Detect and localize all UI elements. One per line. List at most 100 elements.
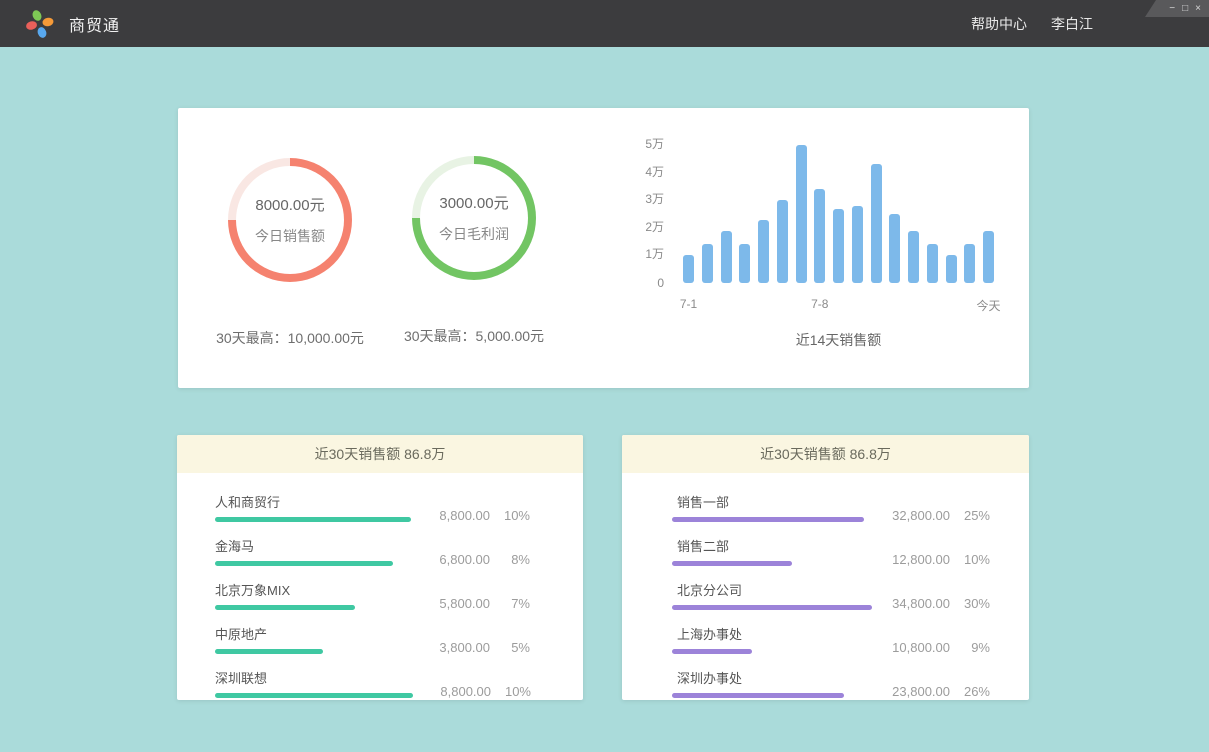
row-amount: 34,800.00 bbox=[872, 596, 950, 611]
row-amount: 10,800.00 bbox=[872, 640, 950, 655]
department-sales-rank-card: 近30天销售额 86.8万 销售一部 32,800.00 25% 销售二部 12… bbox=[622, 435, 1029, 700]
bar-plot bbox=[683, 145, 994, 283]
sales-rank-row: 北京万象MIX 5,800.00 7% bbox=[215, 580, 530, 610]
x-tick-label: 今天 bbox=[976, 297, 1000, 314]
sales-rank-row: 深圳联想 8,800.00 10% bbox=[215, 668, 530, 698]
row-progress-bar bbox=[215, 561, 393, 566]
x-tick-label: 7-8 bbox=[811, 297, 828, 311]
bar bbox=[946, 255, 957, 283]
chart-title: 近14天销售额 bbox=[683, 330, 994, 350]
bar bbox=[758, 220, 769, 284]
row-amount: 12,800.00 bbox=[872, 552, 950, 567]
maximize-icon[interactable]: □ bbox=[1182, 4, 1188, 14]
row-progress-bar bbox=[215, 605, 355, 610]
topbar-menu: 帮助中心 李白江 bbox=[971, 0, 1093, 47]
row-amount: 8,800.00 bbox=[412, 508, 490, 523]
bar bbox=[852, 206, 863, 283]
row-name: 深圳联想 bbox=[215, 668, 413, 687]
close-icon[interactable]: × bbox=[1195, 4, 1201, 14]
row-progress-bar bbox=[672, 693, 844, 698]
bar bbox=[796, 145, 807, 283]
row-name: 金海马 bbox=[215, 536, 412, 555]
bar bbox=[814, 189, 825, 283]
today-profit-caption: 今日毛利润 bbox=[439, 224, 509, 244]
y-tick-label: 4万 bbox=[645, 163, 664, 180]
row-percent: 30% bbox=[950, 596, 990, 611]
y-tick-label: 1万 bbox=[645, 245, 664, 262]
today-sales-ring: 8000.00元 今日销售额 bbox=[228, 158, 352, 282]
row-name: 北京分公司 bbox=[672, 580, 872, 599]
row-amount: 3,800.00 bbox=[412, 640, 490, 655]
bar bbox=[964, 244, 975, 283]
y-axis: 01万2万3万4万5万 bbox=[616, 145, 664, 283]
row-progress-bar bbox=[215, 517, 411, 522]
card-title: 近30天销售额 86.8万 bbox=[760, 444, 891, 464]
row-amount: 6,800.00 bbox=[412, 552, 490, 567]
row-progress-bar bbox=[215, 649, 323, 654]
card-title: 近30天销售额 86.8万 bbox=[315, 444, 446, 464]
today-sales-30d-max: 30天最高：10,000.00元 bbox=[198, 328, 382, 348]
x-axis: 7-17-8今天 bbox=[683, 297, 994, 313]
row-name: 北京万象MIX bbox=[215, 580, 412, 599]
row-percent: 7% bbox=[490, 596, 530, 611]
today-sales-value: 8000.00元 bbox=[255, 194, 324, 215]
bar bbox=[927, 244, 938, 283]
row-percent: 26% bbox=[950, 684, 990, 699]
user-name-link[interactable]: 李白江 bbox=[1051, 14, 1093, 34]
row-name: 人和商贸行 bbox=[215, 492, 412, 511]
y-tick-label: 3万 bbox=[645, 190, 664, 207]
customer-sales-rank-card: 近30天销售额 86.8万 人和商贸行 8,800.00 10% 金海马 6,8… bbox=[177, 435, 583, 700]
today-sales-gauge: 8000.00元 今日销售额 30天最高：10,000.00元 bbox=[198, 158, 382, 348]
row-progress-bar bbox=[215, 693, 413, 698]
sales-rank-row: 中原地产 3,800.00 5% bbox=[215, 624, 530, 654]
card-body: 销售一部 32,800.00 25% 销售二部 12,800.00 10% 北京… bbox=[622, 473, 1029, 698]
sales-rank-row: 人和商贸行 8,800.00 10% bbox=[215, 492, 530, 522]
sales-rank-row: 上海办事处 10,800.00 9% bbox=[672, 624, 990, 654]
row-percent: 25% bbox=[950, 508, 990, 523]
row-percent: 10% bbox=[491, 684, 531, 699]
bar bbox=[871, 164, 882, 283]
row-amount: 23,800.00 bbox=[872, 684, 950, 699]
sales-rank-row: 深圳办事处 23,800.00 26% bbox=[672, 668, 990, 698]
bar bbox=[683, 255, 694, 283]
sales-rank-row: 金海马 6,800.00 8% bbox=[215, 536, 530, 566]
bar bbox=[721, 231, 732, 283]
row-percent: 10% bbox=[950, 552, 990, 567]
row-amount: 8,800.00 bbox=[413, 684, 491, 699]
window-controls: − □ × bbox=[1145, 0, 1209, 17]
row-percent: 5% bbox=[490, 640, 530, 655]
today-profit-30d-max: 30天最高：5,000.00元 bbox=[382, 326, 566, 346]
row-amount: 5,800.00 bbox=[412, 596, 490, 611]
row-percent: 9% bbox=[950, 640, 990, 655]
today-sales-caption: 今日销售额 bbox=[255, 226, 325, 246]
row-percent: 10% bbox=[490, 508, 530, 523]
bar bbox=[908, 231, 919, 283]
bar bbox=[702, 244, 713, 283]
minimize-icon[interactable]: − bbox=[1169, 4, 1175, 14]
row-progress-bar bbox=[672, 561, 792, 566]
app-title: 商贸通 bbox=[69, 12, 120, 36]
today-profit-value: 3000.00元 bbox=[439, 192, 508, 213]
row-name: 深圳办事处 bbox=[672, 668, 872, 687]
row-name: 销售二部 bbox=[672, 536, 872, 555]
card-body: 人和商贸行 8,800.00 10% 金海马 6,800.00 8% 北京万象M… bbox=[177, 473, 583, 698]
y-tick-label: 5万 bbox=[645, 135, 664, 152]
sales-rank-row: 北京分公司 34,800.00 30% bbox=[672, 580, 990, 610]
bar bbox=[777, 200, 788, 283]
sales-rank-row: 销售二部 12,800.00 10% bbox=[672, 536, 990, 566]
bar bbox=[833, 209, 844, 284]
y-tick-label: 0 bbox=[657, 276, 664, 290]
row-progress-bar bbox=[672, 517, 864, 522]
sales-rank-row: 销售一部 32,800.00 25% bbox=[672, 492, 990, 522]
row-progress-bar bbox=[672, 605, 872, 610]
row-name: 中原地产 bbox=[215, 624, 412, 643]
today-summary-card: 8000.00元 今日销售额 30天最高：10,000.00元 3000.00元… bbox=[178, 108, 1029, 388]
x-tick-label: 7-1 bbox=[680, 297, 697, 311]
today-profit-ring: 3000.00元 今日毛利润 bbox=[412, 156, 536, 280]
bar bbox=[739, 244, 750, 283]
row-progress-bar bbox=[672, 649, 752, 654]
help-center-link[interactable]: 帮助中心 bbox=[971, 14, 1027, 34]
row-percent: 8% bbox=[490, 552, 530, 567]
bar bbox=[889, 214, 900, 283]
row-name: 上海办事处 bbox=[672, 624, 872, 643]
